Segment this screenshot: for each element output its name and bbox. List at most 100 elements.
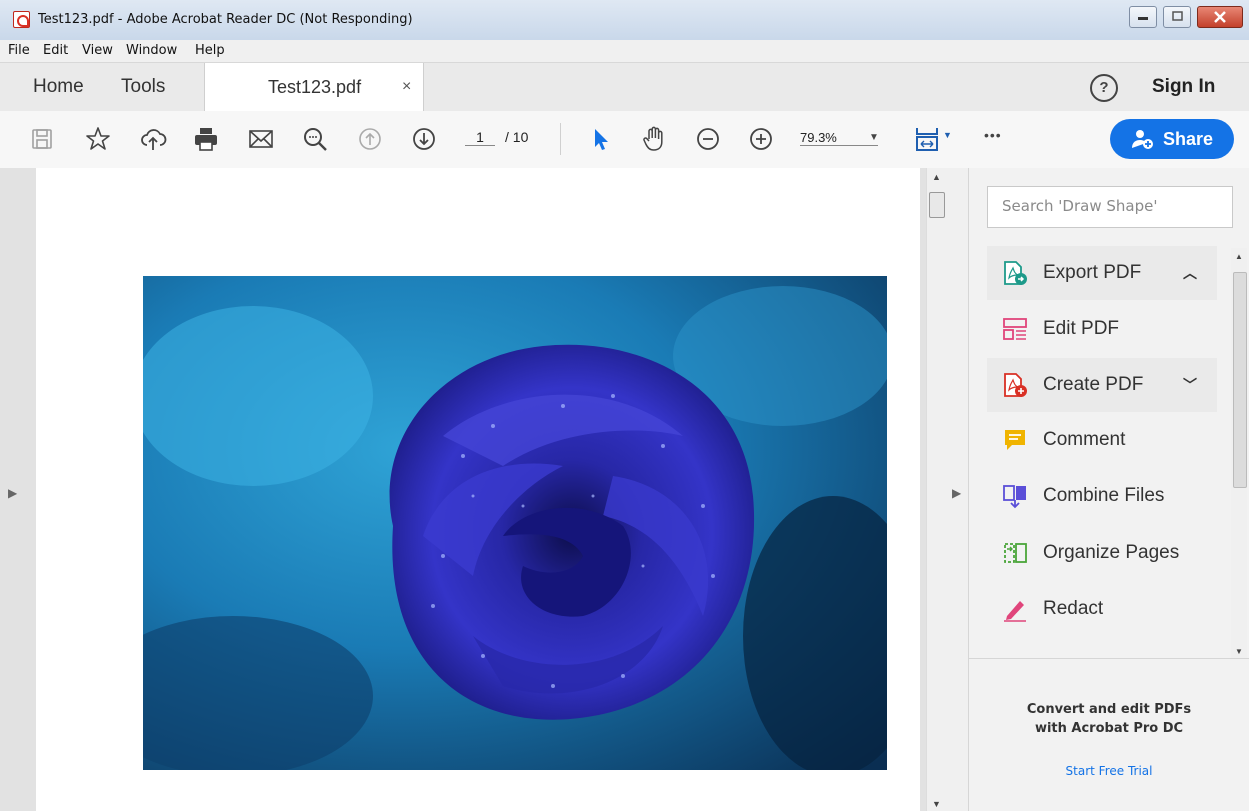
left-panel-toggle-icon[interactable]: ▶ [8,486,17,500]
tool-label: Create PDF [1043,374,1144,395]
fit-page-dropdown-icon[interactable]: ▼ [943,130,952,140]
menu-file[interactable]: File [8,43,30,58]
chevron-down-icon[interactable]: ﹀ [1183,375,1197,395]
fit-page-icon [916,128,938,151]
more-tools-icon[interactable]: ••• [984,127,1002,143]
page-number-input[interactable]: 1 [465,129,495,146]
comment-icon [1001,426,1029,454]
blue-rose-image [143,276,887,770]
email-button[interactable] [245,123,277,155]
menu-window[interactable]: Window [126,43,177,58]
tab-bar: Home Tools Test123.pdf × ? Sign In [0,63,1249,112]
document-view[interactable]: ▶ [0,168,926,811]
toolbar: 1 / 10 79.3% ▼ ▼ ••• Share [0,111,1249,169]
select-tool-button[interactable] [584,123,616,155]
menu-help[interactable]: Help [195,43,225,58]
start-free-trial-link[interactable]: Start Free Trial [969,764,1249,778]
pdf-page [36,168,920,811]
chevron-up-icon[interactable]: ︿ [1183,263,1197,283]
scroll-up-icon[interactable]: ▲ [932,172,941,182]
star-icon [86,127,110,150]
pane-scroll-up-icon[interactable]: ▲ [1235,252,1243,261]
document-tab-label: Test123.pdf [268,77,362,97]
tab-home[interactable]: Home [33,63,84,111]
upload-cloud-icon [141,129,167,150]
tool-label: Organize Pages [1043,542,1180,563]
tools-pane-scrollbar[interactable]: ▲ ▼ [1231,248,1247,658]
find-button[interactable] [299,123,331,155]
create-pdf-icon [1001,371,1029,399]
minimize-icon [1138,17,1148,20]
menu-edit[interactable]: Edit [43,43,68,58]
zoom-out-button[interactable] [692,123,724,155]
close-tab-icon[interactable]: × [402,63,411,111]
next-page-button[interactable] [408,123,440,155]
right-pane-toggle-icon[interactable]: ▶ [952,486,961,500]
zoom-in-button[interactable] [745,123,777,155]
upload-button[interactable] [137,123,169,155]
fit-page-button[interactable] [911,123,943,155]
right-pane-gutter: ▶ [946,168,969,811]
pane-divider [969,658,1249,659]
promo-line-2: with Acrobat Pro DC [1034,721,1184,736]
tool-redact[interactable]: Redact [987,582,1217,636]
edit-pdf-icon [1001,315,1029,343]
redact-icon [1001,595,1029,623]
hand-icon [643,126,663,151]
pane-scroll-down-icon[interactable]: ▼ [1235,647,1243,656]
tool-label: Edit PDF [1043,318,1120,339]
maximize-button[interactable] [1163,6,1191,28]
scroll-down-icon[interactable]: ▼ [932,799,941,809]
tool-label: Comment [1043,429,1126,450]
menu-bar: File Edit View Window Help [0,40,1249,63]
tab-document[interactable]: Test123.pdf × [204,63,424,112]
hand-tool-button[interactable] [638,123,670,155]
page-total-label: / 10 [505,129,529,145]
save-icon [32,129,52,149]
toolbar-divider [560,123,561,155]
previous-page-button[interactable] [354,123,386,155]
tool-edit-pdf[interactable]: Edit PDF [987,302,1217,356]
share-label: Share [1162,128,1214,149]
tools-search-input[interactable] [988,187,1222,225]
tool-label: Combine Files [1043,485,1165,506]
title-bar: Test123.pdf - Adobe Acrobat Reader DC (N… [0,0,1249,40]
zoom-level-select[interactable]: 79.3% [800,130,878,146]
tools-search-field[interactable] [987,186,1233,228]
zoom-in-icon [750,128,772,150]
scroll-thumb[interactable] [929,192,945,218]
promo-line-1: Convert and edit PDFs [1026,702,1192,717]
tool-comment[interactable]: Comment [987,413,1217,467]
bookmark-button[interactable] [82,123,114,155]
save-button[interactable] [26,123,58,155]
maximize-icon [1172,11,1183,21]
close-window-button[interactable] [1197,6,1243,28]
find-icon [304,128,327,151]
window-title: Test123.pdf - Adobe Acrobat Reader DC (N… [38,12,413,27]
combine-files-icon [1001,482,1029,510]
share-button[interactable]: Share [1110,119,1234,159]
tool-label: Export PDF [1043,262,1142,283]
page-up-icon [359,128,381,150]
zoom-out-icon [697,128,719,150]
document-scrollbar[interactable]: ▲ ▼ [926,168,947,811]
promo-text: Convert and edit PDFs with Acrobat Pro D… [969,700,1249,738]
zoom-dropdown-icon[interactable]: ▼ [869,132,879,143]
pane-scroll-thumb[interactable] [1233,272,1247,488]
tool-label: Redact [1043,598,1104,619]
print-button[interactable] [190,123,222,155]
tool-create-pdf[interactable]: Create PDF ﹀ [987,358,1217,412]
tab-tools[interactable]: Tools [121,63,165,111]
email-icon [249,130,273,148]
minimize-button[interactable] [1129,6,1157,28]
page-down-icon [413,128,435,150]
tool-combine-files[interactable]: Combine Files [987,469,1217,523]
help-icon[interactable]: ? [1090,74,1118,102]
sign-in-link[interactable]: Sign In [1152,63,1215,111]
tools-pane: Export PDF ︿ Edit PDF Create PDF ﹀ Comme… [969,168,1249,811]
tool-export-pdf[interactable]: Export PDF ︿ [987,246,1217,300]
tool-organize-pages[interactable]: Organize Pages [987,526,1217,580]
select-arrow-icon [595,129,608,150]
close-icon [1214,11,1226,23]
menu-view[interactable]: View [82,43,113,58]
